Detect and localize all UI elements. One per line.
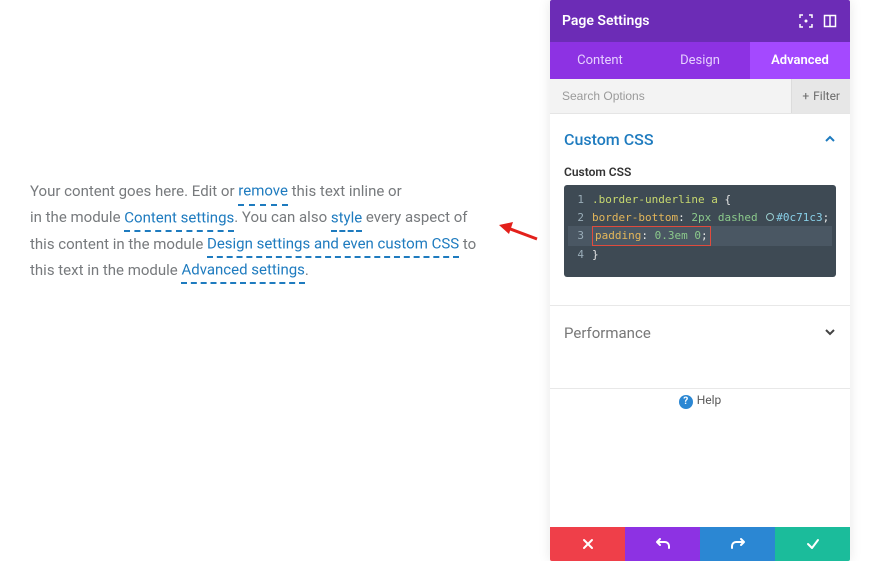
- undo-button[interactable]: [625, 527, 700, 561]
- line-number: 3: [568, 227, 584, 245]
- code-line: 3 padding: 0.3em 0;: [568, 226, 832, 246]
- tab-content[interactable]: Content: [550, 42, 650, 79]
- tab-advanced[interactable]: Advanced: [750, 42, 850, 79]
- help-link[interactable]: ? Help: [564, 389, 836, 433]
- panel-title: Page Settings: [562, 13, 790, 29]
- code-content: border-bottom: 2px dashed #0c71c3;: [592, 209, 829, 227]
- close-icon: [581, 537, 595, 551]
- custom-css-field-label: Custom CSS: [564, 165, 836, 179]
- search-row: + Filter: [550, 79, 850, 114]
- filter-button[interactable]: + Filter: [791, 79, 850, 113]
- line-number: 2: [568, 209, 584, 227]
- color-swatch-icon: [766, 213, 774, 221]
- design-settings-link[interactable]: Design settings and even custom CSS: [207, 231, 459, 258]
- performance-section-toggle[interactable]: Performance: [564, 306, 836, 360]
- code-content: padding: 0.3em 0;: [595, 229, 708, 242]
- save-button[interactable]: [775, 527, 850, 561]
- advanced-settings-link[interactable]: Advanced settings: [181, 257, 304, 284]
- help-icon: ?: [679, 395, 693, 409]
- custom-css-section-toggle[interactable]: Custom CSS: [564, 130, 836, 149]
- style-link[interactable]: style: [331, 205, 362, 232]
- performance-section-title: Performance: [564, 324, 651, 342]
- check-icon: [805, 537, 821, 551]
- preview-text: .: [305, 261, 309, 279]
- remove-link[interactable]: remove: [238, 178, 288, 205]
- panel-header: Page Settings: [550, 0, 850, 42]
- code-content: .border-underline a {: [592, 191, 731, 209]
- code-line: 1 .border-underline a {: [568, 191, 832, 209]
- focus-icon[interactable]: [798, 13, 814, 29]
- annotation-arrow-icon: [499, 219, 539, 243]
- line-number: 4: [568, 246, 584, 264]
- code-content: }: [592, 246, 599, 264]
- help-label: Help: [697, 393, 722, 407]
- redo-button[interactable]: [700, 527, 775, 561]
- custom-css-section-title: Custom CSS: [564, 130, 654, 149]
- content-settings-link[interactable]: Content settings: [124, 205, 234, 232]
- filter-button-label: Filter: [813, 89, 840, 103]
- panel-tabs: Content Design Advanced: [550, 42, 850, 79]
- code-line: 2 border-bottom: 2px dashed #0c71c3;: [568, 209, 832, 227]
- undo-icon: [655, 537, 671, 551]
- preview-text: . You can also: [234, 208, 331, 226]
- custom-css-editor[interactable]: 1 .border-underline a { 2 border-bottom: 2p…: [564, 185, 836, 277]
- chevron-down-icon: [824, 324, 836, 342]
- panel-body: Custom CSS Custom CSS 1 .border-underline…: [550, 114, 850, 527]
- content-preview: Your content goes here. Edit or remove t…: [30, 178, 490, 283]
- plus-icon: +: [802, 89, 809, 103]
- discard-button[interactable]: [550, 527, 625, 561]
- search-input[interactable]: [550, 79, 791, 113]
- panel-actions: [550, 527, 850, 561]
- code-line: 4}: [568, 246, 832, 264]
- redo-icon: [730, 537, 746, 551]
- highlighted-code: padding: 0.3em 0;: [592, 226, 711, 246]
- tab-design[interactable]: Design: [650, 42, 750, 79]
- expand-panel-icon[interactable]: [822, 13, 838, 29]
- line-number: 1: [568, 191, 584, 209]
- page-settings-panel: Page Settings Content Design Advanced + …: [550, 0, 850, 561]
- chevron-up-icon: [824, 130, 836, 149]
- preview-text: Your content goes here. Edit or: [30, 182, 238, 200]
